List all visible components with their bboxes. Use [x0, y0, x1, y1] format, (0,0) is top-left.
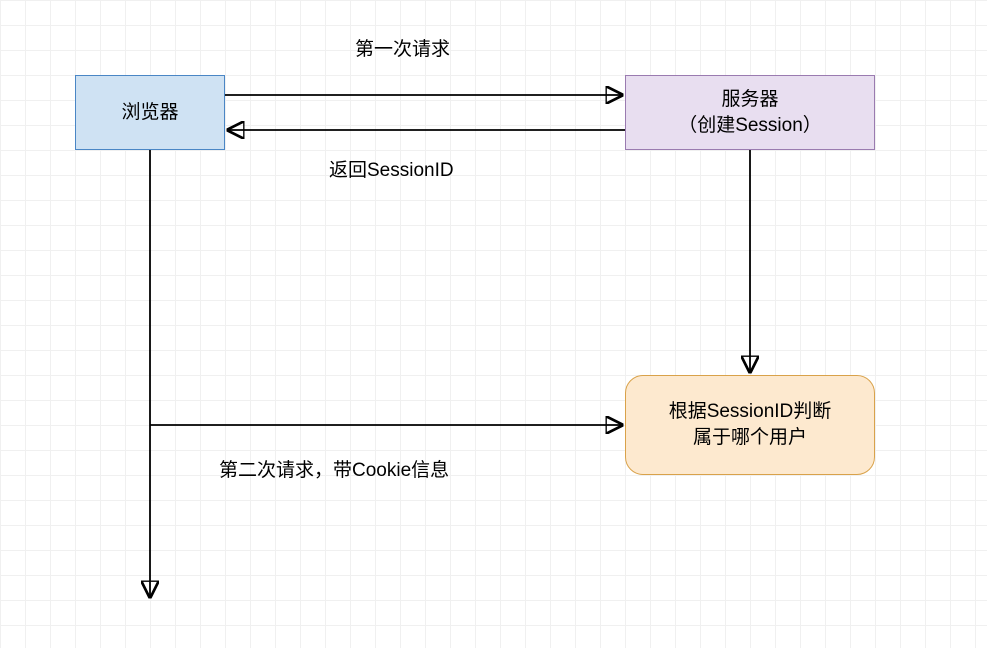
node-judge-label: 根据SessionID判断 属于哪个用户 [669, 399, 832, 450]
node-browser: 浏览器 [75, 75, 225, 150]
node-server: 服务器 （创建Session） [625, 75, 875, 150]
edge-label-first-request: 第一次请求 [355, 34, 450, 61]
node-server-label: 服务器 （创建Session） [678, 87, 822, 138]
node-judge: 根据SessionID判断 属于哪个用户 [625, 375, 875, 475]
edge-label-second-request: 第二次请求，带Cookie信息 [219, 455, 449, 482]
node-browser-label: 浏览器 [121, 100, 178, 126]
edge-label-return-session: 返回SessionID [329, 155, 454, 182]
